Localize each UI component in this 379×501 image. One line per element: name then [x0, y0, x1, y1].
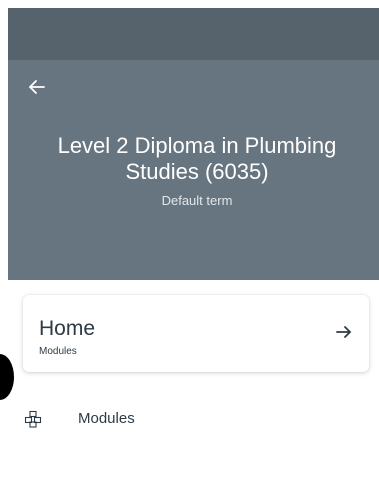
modules-icon	[24, 410, 42, 428]
course-content: Home Modules Modules	[8, 280, 379, 501]
app-screen: Level 2 Diploma in Plumbing Studies (603…	[0, 0, 379, 501]
course-term: Default term	[161, 193, 233, 208]
nav-item-label: Modules	[78, 410, 135, 427]
frame-edge	[0, 0, 8, 501]
home-card[interactable]: Home Modules	[23, 295, 369, 372]
status-bar	[8, 8, 379, 60]
course-header: Level 2 Diploma in Plumbing Studies (603…	[8, 60, 379, 280]
home-card-subtitle: Modules	[39, 346, 77, 357]
course-title: Level 2 Diploma in Plumbing Studies (603…	[57, 133, 337, 184]
arrow-right-icon	[335, 323, 353, 341]
arrow-left-icon	[26, 76, 48, 98]
home-card-title: Home	[39, 317, 96, 340]
nav-item-modules[interactable]: Modules	[8, 402, 379, 438]
back-button[interactable]	[26, 76, 48, 98]
